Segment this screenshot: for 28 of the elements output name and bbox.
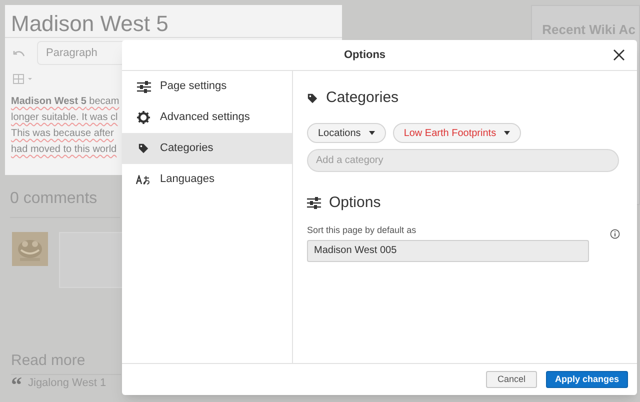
- apply-button[interactable]: Apply changes: [546, 371, 628, 388]
- sliders-icon: [307, 197, 321, 209]
- section-heading: Categories: [326, 88, 399, 108]
- undo-icon[interactable]: [13, 49, 25, 57]
- gear-icon: [137, 111, 150, 124]
- section-heading: Options: [329, 192, 381, 213]
- caret-icon: [504, 131, 510, 135]
- tag-icon: [138, 143, 149, 154]
- category-input[interactable]: Add a category: [307, 149, 619, 172]
- tag-icon: [307, 92, 318, 104]
- info-icon[interactable]: [610, 229, 620, 239]
- body-text: This was because after: [11, 127, 114, 141]
- caret-icon: [368, 131, 375, 135]
- language-icon: [136, 174, 151, 184]
- dialog-title: Options: [344, 48, 386, 63]
- category-chip[interactable]: Locations: [307, 123, 386, 143]
- body-text: longer suitable. It was cl: [11, 111, 118, 125]
- category-chip[interactable]: Low Earth Footprints: [392, 123, 522, 143]
- close-icon[interactable]: [613, 49, 625, 61]
- cancel-button[interactable]: Cancel: [486, 371, 537, 388]
- sliders-icon: [136, 80, 150, 92]
- quote-mark: “: [11, 374, 22, 394]
- field-label: Sort this page by default as: [307, 224, 418, 237]
- table-icon[interactable]: [13, 74, 33, 84]
- body-text: Madison West 5 becam: [11, 95, 120, 109]
- sort-key-input[interactable]: Madison West 005: [307, 240, 589, 262]
- body-text: had moved to this world: [11, 143, 117, 157]
- menu-item[interactable]: Categories: [122, 133, 292, 164]
